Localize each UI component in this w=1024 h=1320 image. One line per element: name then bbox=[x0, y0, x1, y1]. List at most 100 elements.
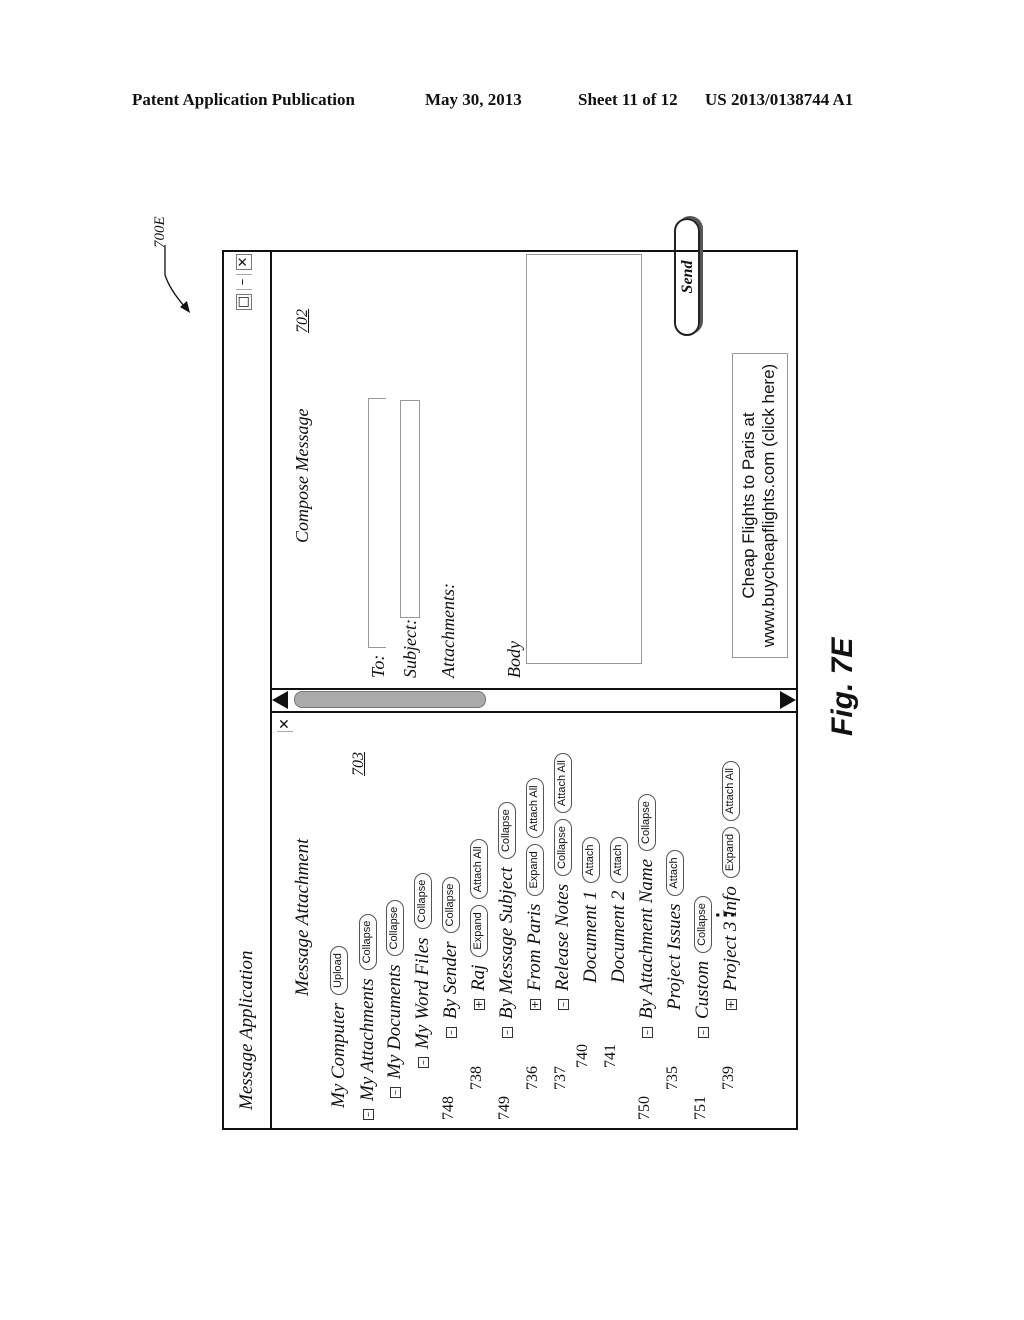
attachment-panel-title: Message Attachment bbox=[292, 838, 313, 996]
tree-item[interactable]: + Project 3 Info Expand Attach All bbox=[720, 755, 742, 1010]
tree-item-label: My Documents bbox=[384, 964, 405, 1080]
collapse-toggle-icon[interactable]: – bbox=[557, 999, 569, 1010]
collapse-button[interactable]: Collapse bbox=[554, 819, 572, 876]
ad-line-2: www.buycheapflights.com (click here) bbox=[759, 363, 778, 648]
message-application-window: Message Application – □ ✕ Message Attach… bbox=[222, 218, 798, 1130]
tree-item-label: Document 2 bbox=[608, 890, 629, 983]
tree-item[interactable]: Document 2 Attach bbox=[608, 831, 630, 983]
collapse-toggle-icon[interactable]: – bbox=[697, 1027, 709, 1038]
collapse-toggle-icon[interactable]: – bbox=[501, 1027, 513, 1038]
callout-number: 741 bbox=[602, 1044, 619, 1068]
tree-item[interactable]: Document 1 Attach bbox=[580, 831, 602, 983]
expand-button[interactable]: Expand bbox=[722, 826, 740, 879]
callout-number: 736 bbox=[524, 1066, 541, 1090]
expand-toggle-icon[interactable]: + bbox=[529, 999, 541, 1010]
expand-toggle-icon[interactable]: + bbox=[473, 999, 485, 1010]
compose-panel-title: Compose Message bbox=[292, 408, 312, 543]
collapse-toggle-icon[interactable]: – bbox=[389, 1087, 401, 1098]
tree-item[interactable]: + Raj Expand Attach All bbox=[468, 833, 490, 1010]
tree-item-label: From Paris bbox=[524, 903, 545, 991]
callout-number: 748 bbox=[440, 1096, 457, 1120]
advertisement-banner[interactable]: Cheap Flights to Paris at www.buycheapfl… bbox=[732, 353, 788, 658]
tree-item[interactable]: – By Sender Collapse bbox=[440, 871, 462, 1038]
tree-item-label: Project 3 Info bbox=[720, 886, 741, 991]
collapse-toggle-icon[interactable]: – bbox=[445, 1027, 457, 1038]
collapse-button[interactable]: Collapse bbox=[414, 872, 432, 930]
to-label: To: bbox=[368, 654, 388, 678]
attach-all-button[interactable]: Attach All bbox=[526, 778, 544, 839]
attach-all-button[interactable]: Attach All bbox=[722, 761, 740, 821]
attachment-panel: Message Attachment 703 ✕ My Computer Uplo… bbox=[272, 713, 796, 1128]
collapse-toggle-icon[interactable]: – bbox=[417, 1057, 429, 1068]
subject-field[interactable] bbox=[400, 400, 420, 618]
scroll-down-arrow-icon[interactable] bbox=[780, 691, 796, 709]
title-bar: Message Application – □ ✕ bbox=[224, 252, 272, 1128]
tree-item-label: Project Issues bbox=[664, 903, 685, 1010]
tree-item-label: Release Notes bbox=[552, 883, 573, 991]
collapse-button[interactable]: Collapse bbox=[386, 899, 404, 957]
patent-number: US 2013/0138744 A1 bbox=[705, 90, 854, 109]
close-window-button[interactable]: ✕ bbox=[236, 254, 252, 270]
scroll-thumb[interactable] bbox=[294, 691, 486, 708]
expand-button[interactable]: Expand bbox=[470, 905, 488, 957]
tree-item-label: My Computer bbox=[328, 1002, 349, 1108]
send-button[interactable]: Send bbox=[674, 218, 700, 336]
panel-scrollbar[interactable] bbox=[272, 688, 796, 713]
collapse-toggle-icon[interactable]: – bbox=[641, 1027, 653, 1038]
expand-toggle-icon[interactable]: + bbox=[725, 999, 737, 1010]
collapse-button[interactable]: Collapse bbox=[694, 896, 712, 953]
tree-item[interactable]: + From Paris Expand Attach All bbox=[524, 772, 546, 1010]
collapse-button[interactable]: Collapse bbox=[498, 802, 516, 860]
collapse-button[interactable]: Collapse bbox=[638, 794, 656, 851]
callout-number: 749 bbox=[496, 1096, 513, 1120]
upload-button[interactable]: Upload bbox=[330, 946, 348, 995]
callout-number: 735 bbox=[664, 1066, 681, 1090]
tree-item-label: Document 1 bbox=[580, 890, 601, 983]
minimize-button[interactable]: – bbox=[235, 274, 252, 290]
callout-number: 738 bbox=[468, 1066, 485, 1090]
reference-arrow bbox=[164, 245, 190, 313]
tree-item-label: Raj bbox=[468, 964, 489, 991]
compose-panel: Compose Message 702 To: Subject: Attachm… bbox=[272, 218, 796, 688]
tree-item-label: My Word Files bbox=[412, 937, 433, 1049]
tree-item[interactable]: Project Issues Attach bbox=[664, 844, 686, 1010]
tree-item-label: My Attachments bbox=[357, 978, 378, 1101]
callout-number: 751 bbox=[692, 1096, 709, 1120]
expand-button[interactable]: Expand bbox=[526, 844, 544, 896]
attach-button[interactable]: Attach bbox=[582, 837, 600, 883]
attach-button[interactable]: Attach bbox=[666, 850, 684, 896]
attach-all-button[interactable]: Attach All bbox=[470, 839, 488, 900]
tree-item[interactable]: – My Attachments Collapse bbox=[357, 908, 379, 1120]
window-title: Message Application bbox=[236, 950, 257, 1110]
scroll-up-arrow-icon[interactable] bbox=[272, 691, 288, 709]
ad-line-1: Cheap Flights to Paris at bbox=[739, 412, 758, 599]
publication-date: May 30, 2013 bbox=[425, 90, 522, 109]
tree-item[interactable]: – My Documents Collapse bbox=[384, 894, 406, 1098]
collapse-button[interactable]: Collapse bbox=[442, 876, 460, 934]
figure-reference: 700E bbox=[152, 216, 168, 248]
collapse-button[interactable]: Collapse bbox=[359, 913, 377, 971]
tree-item-label: By Sender bbox=[440, 941, 461, 1019]
callout-number: 740 bbox=[574, 1044, 591, 1068]
tree-item[interactable]: – Release Notes Collapse Attach All bbox=[552, 747, 574, 1010]
tree-item[interactable]: – By Message Subject Collapse bbox=[496, 796, 518, 1038]
collapse-toggle-icon[interactable]: – bbox=[362, 1109, 374, 1120]
tree-item[interactable]: – Custom Collapse bbox=[692, 890, 714, 1038]
tree-item[interactable]: My Computer Upload bbox=[328, 940, 350, 1108]
subject-label: Subject: bbox=[400, 619, 420, 678]
callout-number: 737 bbox=[552, 1066, 569, 1090]
tree-item-label: Custom bbox=[692, 960, 713, 1019]
attach-button[interactable]: Attach bbox=[610, 837, 628, 883]
attach-all-button[interactable]: Attach All bbox=[554, 753, 572, 814]
publication-type: Patent Application Publication bbox=[132, 90, 355, 109]
maximize-button[interactable]: □ bbox=[236, 294, 252, 310]
more-indicator: ⋮ bbox=[712, 904, 737, 926]
close-attachment-panel-button[interactable]: ✕ bbox=[277, 717, 293, 732]
tree-item[interactable]: – By Attachment Name Collapse bbox=[636, 788, 658, 1038]
to-field[interactable] bbox=[368, 398, 386, 648]
body-label: Body bbox=[504, 641, 524, 678]
body-field[interactable] bbox=[526, 254, 642, 664]
sheet-number: Sheet 11 of 12 bbox=[578, 90, 678, 109]
attachment-panel-ref: 703 bbox=[350, 752, 367, 776]
tree-item[interactable]: – My Word Files Collapse bbox=[412, 867, 434, 1068]
